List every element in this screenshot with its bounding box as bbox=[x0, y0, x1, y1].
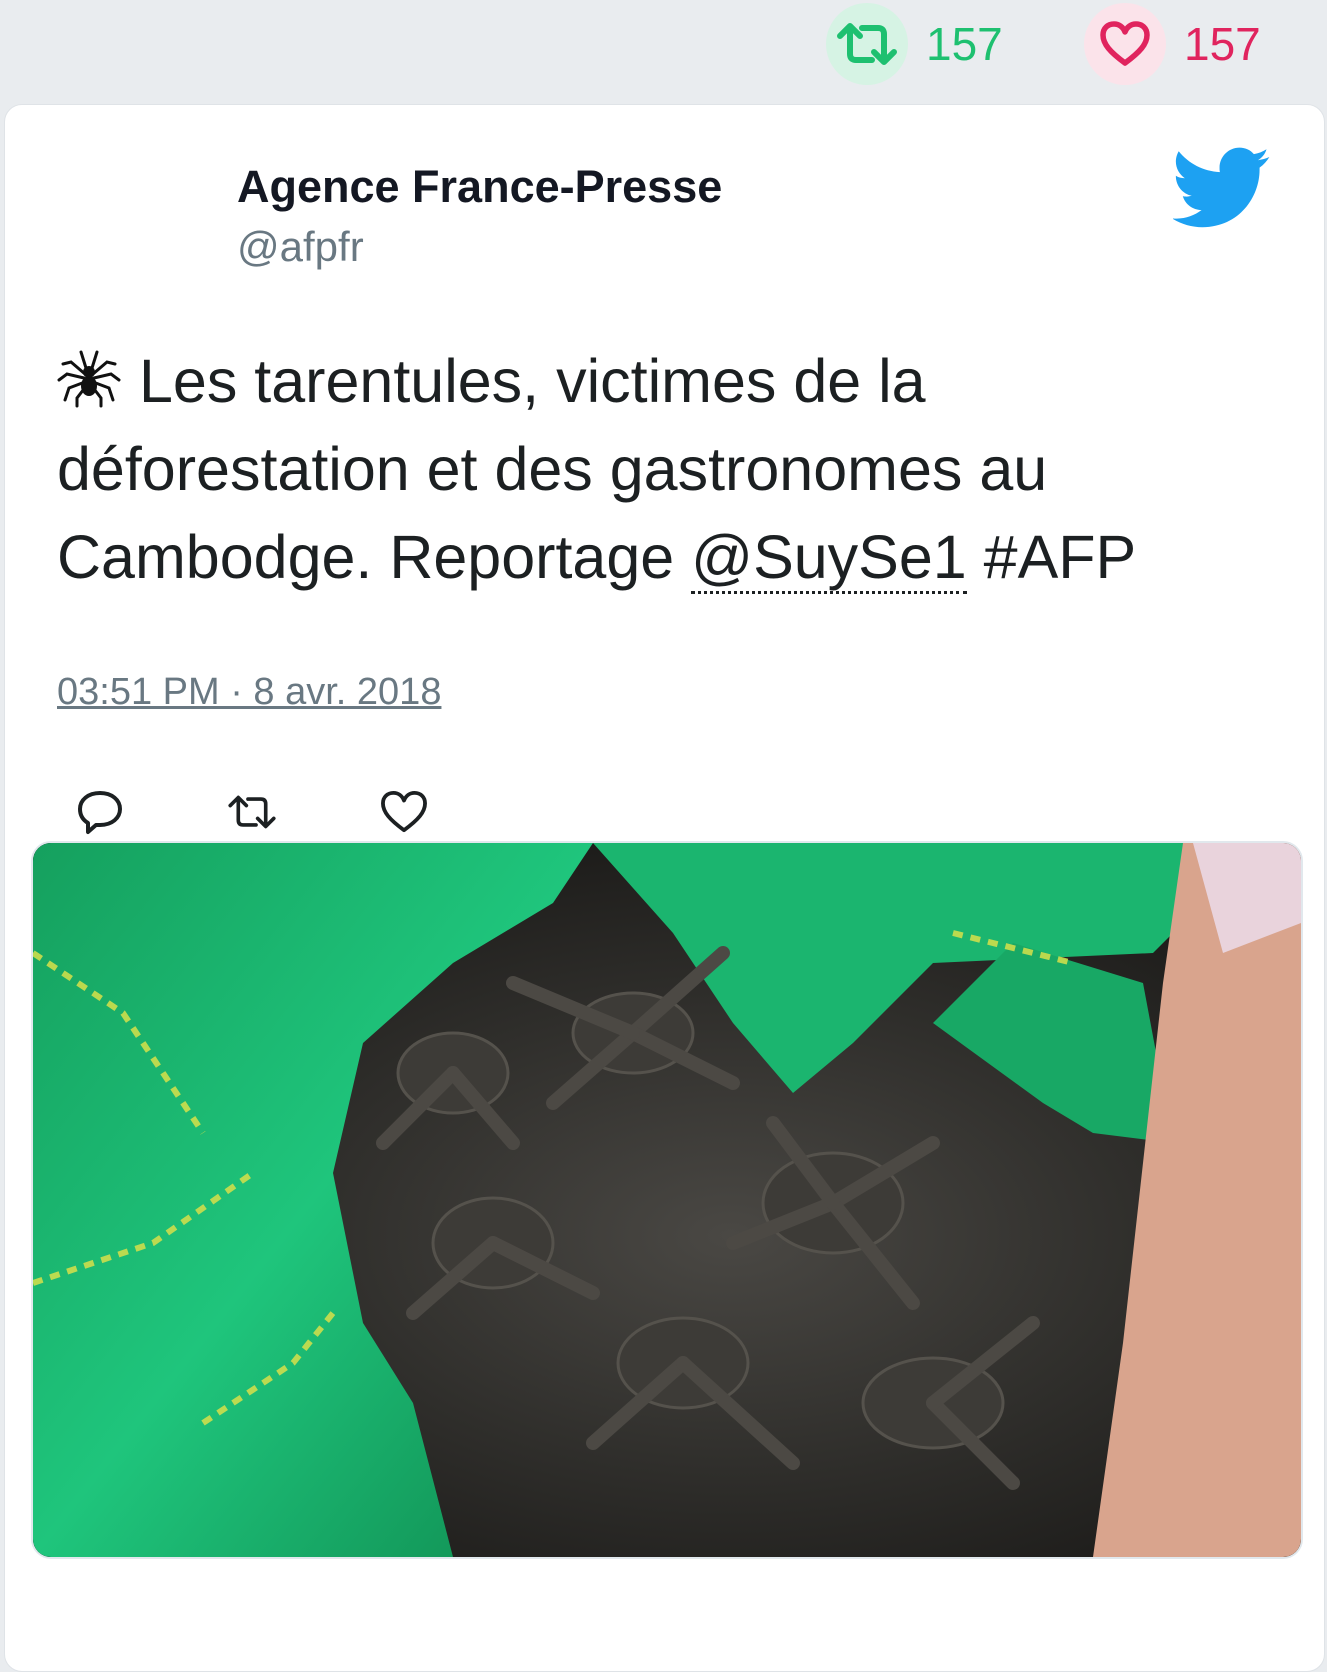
tweet-text: Les tarentules, victimes de la déforesta… bbox=[57, 337, 1287, 601]
mention-link[interactable]: @SuySe1 bbox=[691, 523, 967, 594]
tweet-actions bbox=[75, 787, 429, 837]
spider-icon bbox=[57, 350, 121, 408]
retweet-icon[interactable] bbox=[826, 3, 908, 85]
like-icon[interactable] bbox=[379, 787, 429, 837]
author-name[interactable]: Agence France-Presse bbox=[237, 161, 722, 213]
tarantula-photo-icon bbox=[33, 843, 1301, 1557]
tweet-timestamp[interactable]: 03:51 PM · 8 avr. 2018 bbox=[57, 671, 441, 714]
like-stat[interactable]: 157 bbox=[1084, 3, 1261, 85]
tweet-media-thumbnail[interactable] bbox=[31, 841, 1303, 1559]
hashtag-link[interactable]: #AFP bbox=[967, 523, 1137, 591]
author-handle[interactable]: @afpfr bbox=[237, 223, 364, 271]
retweet-stat[interactable]: 157 bbox=[826, 3, 1003, 85]
retweet-icon[interactable] bbox=[227, 787, 277, 837]
heart-icon[interactable] bbox=[1084, 3, 1166, 85]
tweet-card[interactable]: Agence France-Presse @afpfr Les tarentul… bbox=[4, 104, 1325, 1672]
top-stats-bar: 157 157 bbox=[0, 0, 1327, 100]
reply-icon[interactable] bbox=[75, 787, 125, 837]
twitter-bird-icon[interactable] bbox=[1173, 147, 1271, 229]
retweet-count: 157 bbox=[926, 18, 1003, 70]
like-count: 157 bbox=[1184, 18, 1261, 70]
